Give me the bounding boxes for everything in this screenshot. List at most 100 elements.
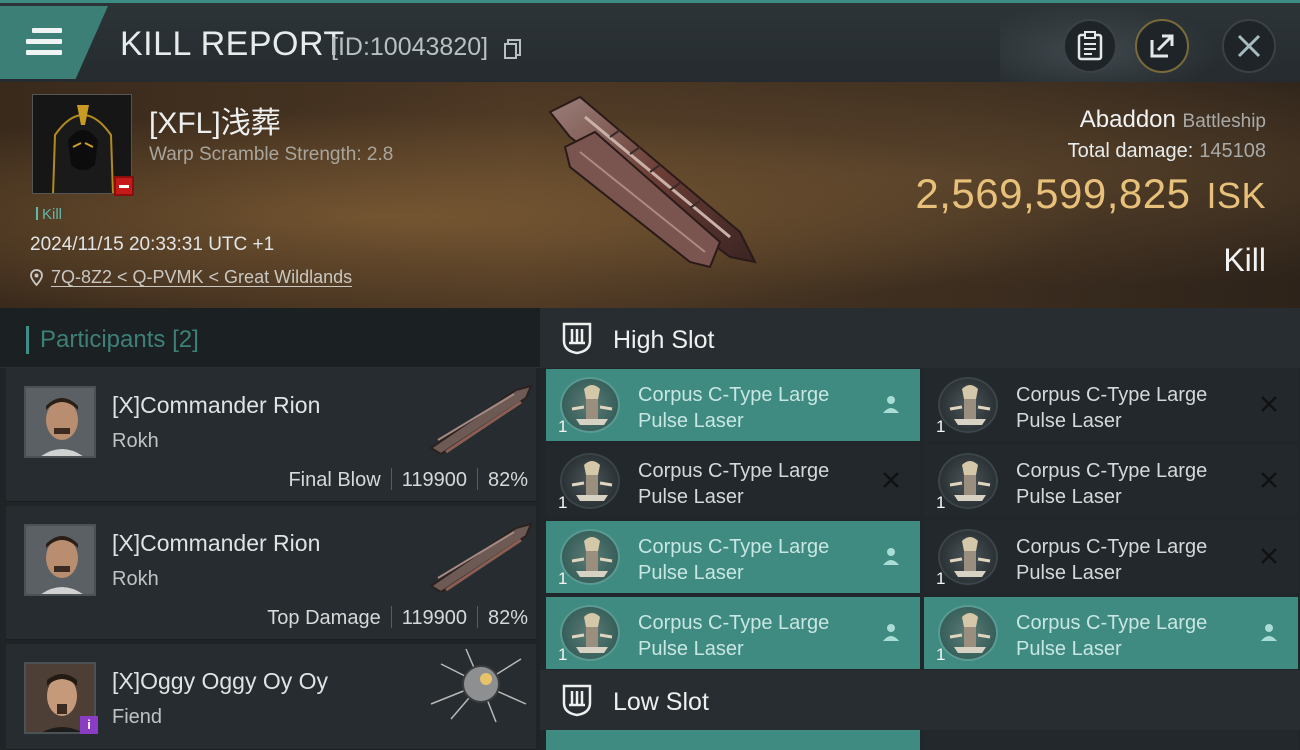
participant-stats: Final Blow 119900 82% — [288, 468, 528, 492]
participants-header: Participants [2] — [0, 308, 540, 368]
participant-avatar[interactable] — [24, 524, 96, 596]
participant-ship-image — [429, 384, 533, 456]
total-damage-label: Total damage: — [1067, 140, 1194, 162]
laser-module-icon — [560, 605, 620, 661]
laser-module-icon — [560, 529, 620, 585]
high-slot-module[interactable]: 1 Corpus C-Type Large Pulse Laser — [924, 597, 1298, 669]
module-name: Corpus C-Type Large Pulse Laser — [638, 610, 868, 662]
participant-row[interactable]: [X]Commander Rion Rokh Top Damage 119900 8… — [6, 506, 536, 640]
participant-row[interactable]: [X]Commander Rion Rokh Final Blow 119900 8… — [6, 368, 536, 502]
high-slot-module[interactable]: 1 Corpus C-Type Large Pulse Laser — [546, 521, 920, 593]
isk-amount: 2,569,599,825 — [915, 170, 1191, 217]
header-accent-bar — [26, 326, 29, 354]
module-name-line1: Corpus C-Type Large — [1016, 612, 1208, 634]
ship-class: Battleship — [1182, 111, 1266, 132]
victim-banner: [XFL]浅葬 Warp Scramble Strength: 2.8 Kill… — [0, 82, 1300, 308]
module-name-line1: Corpus C-Type Large — [1016, 460, 1208, 482]
dropped-person-icon — [883, 624, 899, 641]
laser-module-icon — [938, 529, 998, 585]
participant-name: [X]Commander Rion — [112, 392, 321, 418]
participant-name: [X]Commander Rion — [112, 530, 321, 556]
module-quantity: 1 — [936, 417, 946, 436]
participant-avatar[interactable] — [24, 386, 96, 458]
module-quantity: 1 — [936, 645, 946, 664]
low-slot-title: Low Slot — [613, 688, 709, 716]
participant-role: Top Damage — [267, 607, 381, 629]
module-name-line1: Corpus C-Type Large — [638, 384, 830, 406]
high-slot-header: High Slot — [540, 308, 1300, 368]
location-link[interactable]: 7Q-8Z2 < Q-PVMK < Great Wildlands — [51, 267, 352, 287]
report-button[interactable] — [1063, 19, 1117, 73]
info-badge: i — [80, 716, 98, 734]
module-quantity: 1 — [558, 493, 568, 512]
high-slot-module[interactable]: 1 Corpus C-Type Large Pulse Laser — [546, 445, 920, 517]
module-name-line2: Pulse Laser — [1016, 638, 1122, 660]
module-name-line1: Corpus C-Type Large — [638, 612, 830, 634]
module-name: Corpus C-Type Large Pulse Laser — [638, 458, 868, 510]
participant-ship-image — [430, 648, 527, 723]
participant-percent: 82% — [487, 607, 528, 629]
laser-module-icon — [560, 453, 620, 509]
high-slot-icon — [562, 322, 592, 355]
close-button[interactable] — [1222, 19, 1276, 73]
module-name: Corpus C-Type Large Pulse Laser — [1016, 458, 1246, 510]
destroyed-x-icon — [1261, 396, 1277, 412]
module-name-line2: Pulse Laser — [638, 410, 744, 432]
module-name: Corpus C-Type Large Pulse Laser — [1016, 610, 1246, 662]
share-icon — [1150, 34, 1174, 58]
participant-name: [X]Oggy Oggy Oy Oy — [112, 668, 329, 694]
low-slot-icon — [562, 684, 592, 717]
destroyed-x-icon — [1261, 472, 1277, 488]
hostile-status-badge — [114, 176, 134, 196]
participant-ship-image — [429, 522, 533, 594]
participants-title: Participants [2] — [40, 326, 199, 353]
kill-datetime: 2024/11/15 20:33:31 UTC +1 — [30, 234, 275, 255]
participant-damage: 119900 — [401, 607, 467, 629]
ship-type: Abaddon — [1079, 106, 1176, 133]
module-name-line2: Pulse Laser — [1016, 562, 1122, 584]
low-slot-module-partial[interactable] — [546, 730, 920, 750]
victim-name: [XFL]浅葬 — [149, 107, 281, 140]
participant-ship: Rokh — [112, 430, 159, 452]
destroyed-x-icon — [1261, 548, 1277, 564]
menu-button[interactable] — [0, 6, 108, 79]
participant-row[interactable]: i [X]Oggy Oggy Oy Oy Fiend — [6, 644, 536, 750]
location-pin-icon — [30, 269, 43, 286]
report-id: [ID:10043820] — [331, 33, 489, 61]
hamburger-menu-icon[interactable] — [26, 28, 62, 56]
module-name-line1: Corpus C-Type Large — [638, 536, 830, 558]
warp-scramble-strength: Warp Scramble Strength: 2.8 — [149, 144, 394, 165]
high-slot-module[interactable]: 1 Corpus C-Type Large Pulse Laser — [546, 597, 920, 669]
module-name-line1: Corpus C-Type Large — [638, 460, 830, 482]
victim-ship-image[interactable] — [540, 92, 770, 277]
module-name: Corpus C-Type Large Pulse Laser — [638, 382, 868, 434]
module-quantity: 1 — [936, 493, 946, 512]
module-name-line2: Pulse Laser — [1016, 410, 1122, 432]
kill-location[interactable]: 7Q-8Z2 < Q-PVMK < Great Wildlands — [30, 267, 352, 288]
close-icon — [1237, 34, 1261, 58]
victim-ship-name: Abaddon Battleship — [1080, 106, 1266, 134]
kill-tag: Kill — [36, 206, 62, 223]
high-slot-title: High Slot — [613, 326, 715, 354]
high-slot-module[interactable]: 1 Corpus C-Type Large Pulse Laser — [924, 445, 1298, 517]
share-button[interactable] — [1135, 19, 1189, 73]
participant-ship: Rokh — [112, 568, 159, 590]
isk-unit: ISK — [1206, 175, 1266, 216]
laser-module-icon — [938, 377, 998, 433]
module-name-line2: Pulse Laser — [638, 562, 744, 584]
module-name: Corpus C-Type Large Pulse Laser — [1016, 534, 1246, 586]
module-name-line1: Corpus C-Type Large — [1016, 384, 1208, 406]
participant-stats: Top Damage 119900 82% — [267, 606, 528, 630]
report-result: Kill — [1223, 242, 1266, 278]
low-slot-header: Low Slot — [540, 670, 1300, 730]
module-quantity: 1 — [558, 417, 568, 436]
participant-damage: 119900 — [401, 469, 467, 491]
high-slot-module[interactable]: 1 Corpus C-Type Large Pulse Laser — [924, 521, 1298, 593]
high-slot-module[interactable]: 1 Corpus C-Type Large Pulse Laser — [924, 369, 1298, 441]
low-slot-module-partial[interactable] — [924, 730, 1298, 750]
copy-icon[interactable] — [504, 39, 522, 59]
total-damage: Total damage: 145108 — [1068, 140, 1266, 163]
laser-module-icon — [938, 453, 998, 509]
high-slot-module[interactable]: 1 Corpus C-Type Large Pulse Laser — [546, 369, 920, 441]
dropped-person-icon — [883, 396, 899, 413]
